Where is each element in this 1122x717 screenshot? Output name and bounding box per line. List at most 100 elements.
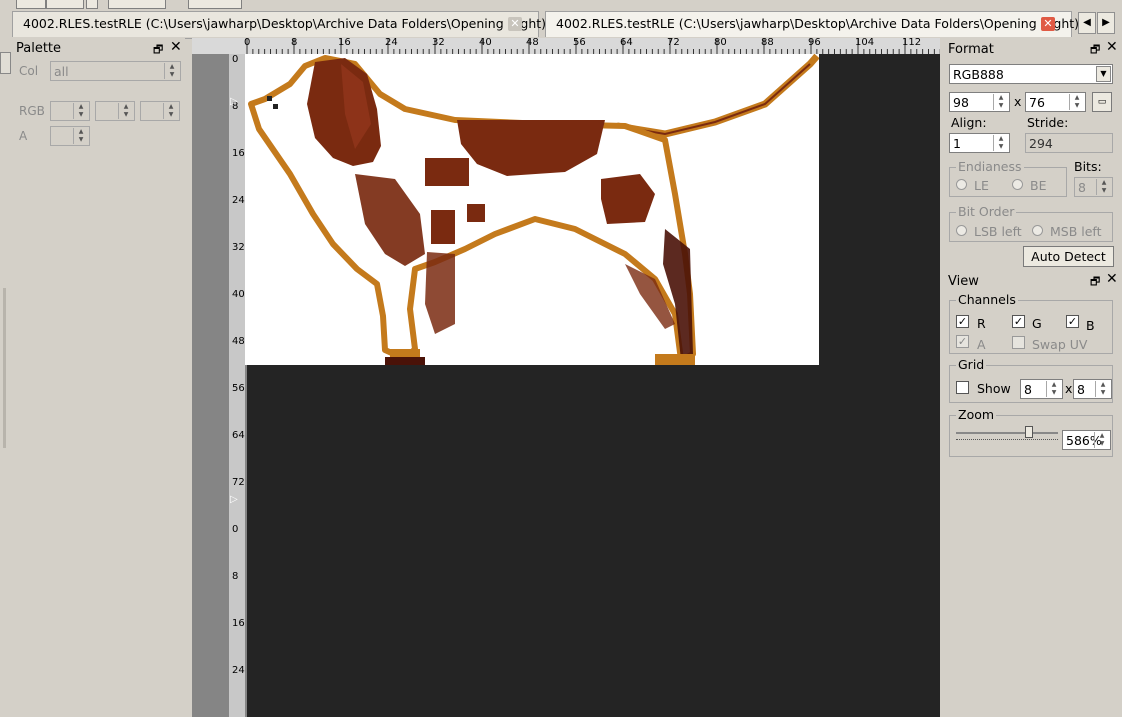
alpha-label: A <box>19 129 28 143</box>
ruler-left-tick-label: 16 <box>232 148 245 159</box>
red-checkbox[interactable]: ✓ <box>956 315 969 328</box>
grid-label: Grid <box>956 357 987 372</box>
bit-order-label: Bit Order <box>956 204 1017 219</box>
toolbar-button[interactable] <box>86 0 98 9</box>
bits-label: Bits: <box>1074 159 1102 174</box>
tab-document-2[interactable]: 4002.RLES.testRLE (C:\Users\jawharp\Desk… <box>545 11 1079 37</box>
stride-field: 294 <box>1025 133 1113 153</box>
spinner-icon[interactable]: ▲ ▼ <box>993 94 1008 110</box>
ruler-top-tick-label: 0 <box>244 37 251 48</box>
spinner-icon[interactable]: ▲ ▼ <box>1046 381 1061 397</box>
alpha-field: ▲ ▼ <box>50 126 90 146</box>
tab-document-1[interactable]: 4002.RLES.testRLE (C:\Users\jawharp\Desk… <box>12 11 546 37</box>
show-grid-label: Show <box>977 381 1011 396</box>
tab-label: 4002.RLES.testRLE (C:\Users\jawharp\Desk… <box>556 16 1080 31</box>
zoom-field[interactable]: 586% ▲ ▼ <box>1062 430 1111 450</box>
format-title: Format <box>948 42 994 57</box>
lsb-label: LSB left <box>974 224 1022 239</box>
green-label: G <box>1032 316 1042 331</box>
red-field: ▲ ▼ <box>50 101 90 121</box>
ruler-top-tick-label: 112 <box>902 37 922 48</box>
col-selector: all ▲ ▼ <box>50 61 181 81</box>
blue-checkbox[interactable]: ✓ <box>1066 315 1079 328</box>
spinner-icon[interactable]: ▲ ▼ <box>1095 381 1110 397</box>
ruler-left-tick-label: 24 <box>232 195 245 206</box>
spinner-icon: ▲ ▼ <box>1096 179 1111 195</box>
close-icon[interactable]: ✕ <box>508 17 522 31</box>
palette-title: Palette <box>16 41 62 56</box>
spinner-icon: ▲ ▼ <box>73 103 88 119</box>
ruler-top-tick-label: 104 <box>855 37 875 48</box>
spinner-icon[interactable]: ▲ ▼ <box>993 135 1008 151</box>
channels-label: Channels <box>956 292 1018 307</box>
spinner-icon: ▲ ▼ <box>164 63 179 79</box>
show-grid-checkbox[interactable] <box>956 381 969 394</box>
align-field[interactable]: 1 ▲ ▼ <box>949 133 1010 153</box>
float-icon[interactable]: 🗗 <box>1090 273 1100 292</box>
le-radio <box>956 179 967 190</box>
ruler-left-tick-label: 32 <box>232 242 245 253</box>
close-icon[interactable]: ✕ <box>1106 39 1118 55</box>
close-icon[interactable]: ✕ <box>170 39 182 55</box>
spinner-icon[interactable]: ▲ ▼ <box>1094 432 1109 448</box>
toolbar-button[interactable] <box>188 0 242 9</box>
ruler-top <box>192 38 940 54</box>
ruler-top-tick-label: 24 <box>385 37 398 48</box>
splitter-handle[interactable] <box>3 288 6 448</box>
swap-uv-label: Swap UV <box>1032 337 1088 352</box>
green-checkbox[interactable]: ✓ <box>1012 315 1025 328</box>
tab-scroll-right-icon[interactable]: ▶ <box>1097 12 1115 34</box>
size-menu-button[interactable]: ▭ <box>1092 92 1112 112</box>
toolbar-button[interactable] <box>16 0 46 9</box>
float-icon[interactable]: 🗗 <box>1090 41 1100 60</box>
ruler-left-tick-label: 8 <box>232 571 239 582</box>
grid-group: Grid Show 8 ▲ ▼ x 8 ▲ ▼ <box>949 357 1113 403</box>
dock-tab[interactable] <box>0 52 11 74</box>
width-value: 98 <box>953 95 969 110</box>
ruler-top-ticks <box>246 38 940 54</box>
auto-detect-button[interactable]: Auto Detect <box>1023 246 1114 267</box>
ruler-top-tick-label: 96 <box>808 37 821 48</box>
chevron-down-icon[interactable]: ▼ <box>1096 66 1111 82</box>
dog-spot <box>467 204 485 222</box>
endianess-group: Endianess LE BE <box>949 159 1067 197</box>
grid-height-field[interactable]: 8 ▲ ▼ <box>1073 379 1112 399</box>
height-field[interactable]: 76 ▲ ▼ <box>1025 92 1086 112</box>
bits-value: 8 <box>1078 180 1086 195</box>
msb-label: MSB left <box>1050 224 1102 239</box>
spinner-icon[interactable]: ▲ ▼ <box>1069 94 1084 110</box>
red-label: R <box>977 316 986 331</box>
dog-eye <box>267 96 272 101</box>
dog-paw <box>655 354 695 365</box>
image-preview[interactable] <box>245 54 819 365</box>
zoom-group: Zoom 586% ▲ ▼ <box>949 407 1113 457</box>
ruler-left-tick-label: 0 <box>232 524 239 535</box>
bit-order-group: Bit Order LSB left MSB left <box>949 204 1113 242</box>
ruler-top-tick-label: 88 <box>761 37 774 48</box>
tab-scroll-left-icon[interactable]: ◀ <box>1078 12 1096 34</box>
ruler-left-tick-label: 0 <box>232 54 239 65</box>
toolbar-button[interactable] <box>46 0 84 9</box>
close-icon[interactable]: ✕ <box>1106 271 1118 287</box>
dog-spot <box>431 210 455 244</box>
zoom-slider-ticks <box>956 439 1058 442</box>
pixel-format-select[interactable]: RGB888 ▼ <box>949 64 1113 84</box>
col-label: Col <box>19 64 39 78</box>
width-field[interactable]: 98 ▲ ▼ <box>949 92 1010 112</box>
grid-width-value: 8 <box>1024 382 1032 397</box>
float-icon[interactable]: 🗗 <box>153 41 163 60</box>
zoom-slider-thumb[interactable] <box>1025 426 1034 438</box>
zoom-slider-track[interactable] <box>956 432 1058 434</box>
ruler-top-tick-label: 48 <box>526 37 539 48</box>
blue-field: ▲ ▼ <box>140 101 180 121</box>
lsb-radio <box>956 225 967 236</box>
endianess-label: Endianess <box>956 159 1024 174</box>
toolbar-button[interactable] <box>108 0 166 9</box>
ruler-left-tick-label: 72 <box>232 477 245 488</box>
swap-uv-checkbox <box>1012 336 1025 349</box>
close-icon[interactable]: ✕ <box>1041 17 1055 31</box>
channels-group: Channels ✓ R ✓ G ✓ B ✓ A Swap UV <box>949 292 1113 354</box>
ruler-top-tick-label: 8 <box>291 37 298 48</box>
palette-panel: Palette 🗗 ✕ Col all ▲ ▼ RGB ▲ ▼ ▲ ▼ ▲ ▼ A ▲ ▼ <box>12 38 185 717</box>
grid-width-field[interactable]: 8 ▲ ▼ <box>1020 379 1063 399</box>
